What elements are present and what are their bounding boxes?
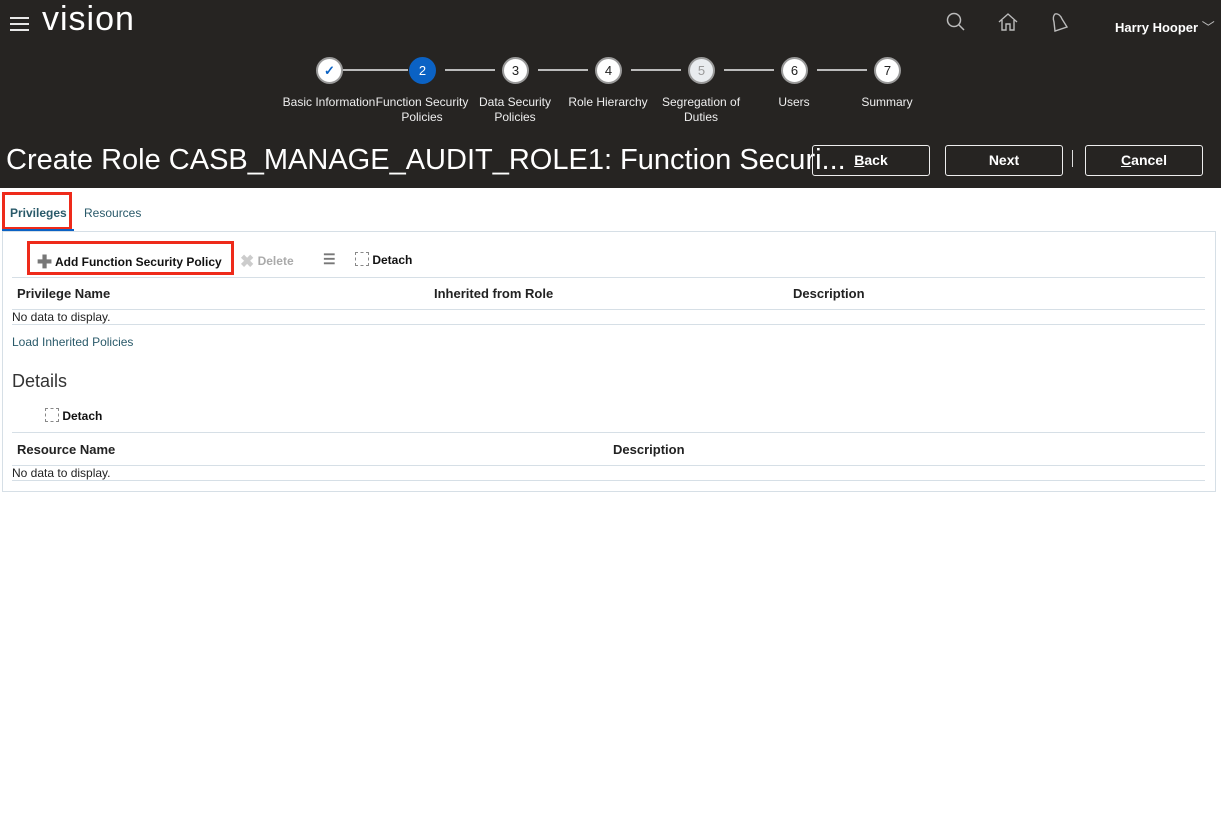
cancel-button[interactable]: Cancel [1085, 145, 1203, 176]
column-header-privilege-name[interactable]: Privilege Name [17, 286, 110, 301]
divider [12, 277, 1205, 278]
divider [1072, 150, 1073, 167]
empty-table-message: No data to display. [12, 466, 111, 480]
next-button[interactable]: Next [945, 145, 1063, 176]
divider [12, 465, 1205, 466]
empty-table-message: No data to display. [12, 310, 111, 324]
step-label: Role Hierarchy [568, 95, 648, 109]
column-header-resource-name[interactable]: Resource Name [17, 442, 115, 457]
step-number: 4 [595, 57, 622, 84]
step-number: 5 [688, 57, 715, 84]
connector [538, 69, 588, 71]
divider [12, 480, 1205, 481]
chevron-down-icon: ﹀ [1201, 20, 1215, 35]
column-header-description[interactable]: Description [793, 286, 865, 301]
divider [12, 324, 1205, 325]
bell-icon[interactable] [1048, 10, 1072, 34]
back-button[interactable]: Back [812, 145, 930, 176]
step-label: Function Security Policies [375, 95, 469, 124]
column-header-description[interactable]: Description [613, 442, 685, 457]
connector [343, 69, 408, 71]
delete-button[interactable]: ✖ Delete [240, 252, 294, 272]
detach-icon [45, 408, 59, 422]
step-label: Data Security Policies [478, 95, 552, 124]
step-label: Users [778, 95, 810, 109]
connector [445, 69, 495, 71]
details-heading: Details [12, 371, 68, 391]
divider [12, 309, 1205, 310]
user-name: Harry Hooper [1115, 20, 1199, 35]
menu-icon[interactable] [10, 17, 29, 35]
query-by-example-icon[interactable]: ☰ [323, 251, 336, 268]
check-icon: ✓ [316, 57, 343, 84]
step-number: 7 [874, 57, 901, 84]
divider [12, 432, 1205, 433]
header: vision Harry Hooper ﹀ ✓ Basic Information… [0, 0, 1221, 188]
delete-label: Delete [257, 254, 294, 268]
step-label: Basic Information [282, 95, 376, 109]
step-number: 2 [409, 57, 436, 84]
step-number: 6 [781, 57, 808, 84]
highlight-box [2, 192, 72, 230]
connector [724, 69, 774, 71]
step-label: Segregation of Duties [661, 95, 741, 124]
load-inherited-policies-link[interactable]: Load Inherited Policies [12, 335, 133, 349]
tab-resources[interactable]: Resources [84, 206, 141, 220]
step-number: 3 [502, 57, 529, 84]
column-header-inherited-from-role[interactable]: Inherited from Role [434, 286, 553, 301]
delete-icon: ✖ [240, 252, 255, 271]
search-icon[interactable] [944, 10, 968, 34]
detach-icon [355, 252, 369, 266]
highlight-box [27, 241, 234, 275]
detach-button[interactable]: Detach [355, 252, 412, 267]
details-detach-button[interactable]: Detach [45, 408, 102, 423]
connector [631, 69, 681, 71]
app-logo[interactable]: vision [42, 0, 135, 39]
home-icon[interactable] [996, 10, 1020, 34]
detach-label: Detach [372, 253, 413, 267]
detach-label: Detach [62, 409, 103, 423]
connector [817, 69, 867, 71]
user-menu[interactable]: Harry Hooper ﹀ [1115, 17, 1215, 36]
page-title: Create Role CASB_MANAGE_AUDIT_ROLE1: Fun… [6, 144, 846, 176]
step-label: Summary [861, 95, 913, 109]
